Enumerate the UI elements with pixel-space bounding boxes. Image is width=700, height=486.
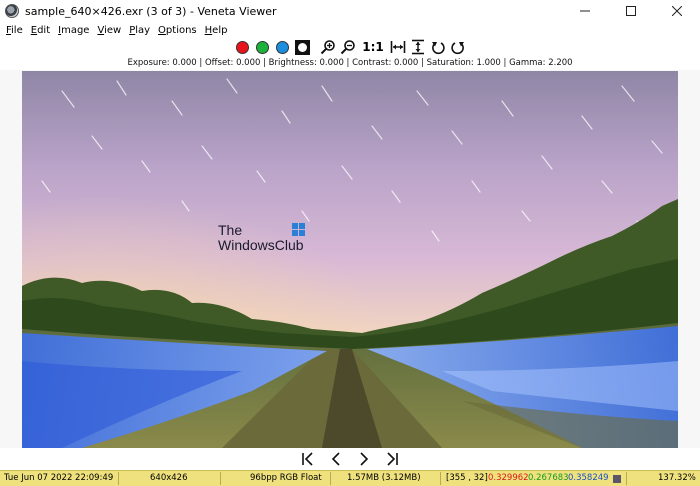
- status-separator: [220, 472, 221, 485]
- zoom-out-button[interactable]: [340, 39, 356, 55]
- minimize-icon: [580, 10, 590, 12]
- green-channel-icon: [255, 40, 269, 54]
- zoom-in-icon: [321, 40, 336, 55]
- alpha-channel-icon: [294, 39, 310, 55]
- close-icon: [672, 6, 682, 16]
- image-viewer[interactable]: The WindowsClub: [0, 70, 700, 448]
- menu-help[interactable]: Help: [201, 25, 232, 36]
- minimize-button[interactable]: [562, 0, 608, 22]
- window-controls: [562, 0, 700, 22]
- previous-image-button[interactable]: [322, 449, 350, 469]
- first-image-button[interactable]: [294, 449, 322, 469]
- toolbar: 1:1: [0, 37, 700, 57]
- status-format: 96bpp RGB Float: [250, 473, 322, 483]
- watermark: The WindowsClub: [218, 222, 305, 253]
- maximize-button[interactable]: [608, 0, 654, 22]
- windows-logo-icon: [292, 223, 305, 236]
- blue-channel-icon: [275, 40, 289, 54]
- menu-edit[interactable]: Edit: [27, 25, 54, 36]
- status-red-value: 0.329962: [488, 473, 529, 483]
- rotate-left-button[interactable]: [430, 39, 446, 55]
- status-dimensions: 640x426: [150, 473, 188, 483]
- first-image-icon: [302, 452, 313, 466]
- next-image-icon: [360, 452, 369, 466]
- image-parameters: Exposure: 0.000 | Offset: 0.000 | Bright…: [127, 58, 573, 68]
- status-pixel-coords: [355 , 32]: [446, 473, 488, 483]
- status-blue-value: 0.358249: [568, 473, 609, 483]
- window-title: sample_640×426.exr (3 of 3) - Veneta Vie…: [25, 4, 277, 18]
- pixel-color-swatch: [613, 475, 621, 483]
- status-separator: [330, 472, 331, 485]
- alpha-channel-button[interactable]: [294, 39, 310, 55]
- rotate-left-icon: [431, 42, 445, 55]
- maximize-icon: [626, 6, 636, 16]
- fit-height-icon: [411, 39, 424, 55]
- status-zoom: 137.32%: [658, 473, 696, 483]
- last-image-icon: [387, 452, 398, 466]
- status-filesize: 1.57MB (3.12MB): [347, 473, 421, 483]
- fit-height-button[interactable]: [410, 39, 426, 55]
- status-bar: Tue Jun 07 2022 22:09:49 640x426 96bpp R…: [0, 470, 700, 486]
- fit-width-button[interactable]: [390, 39, 406, 55]
- navigation-bar: [0, 448, 700, 470]
- close-button[interactable]: [654, 0, 700, 22]
- green-channel-button[interactable]: [254, 39, 270, 55]
- status-separator: [626, 472, 627, 485]
- app-icon: [5, 4, 19, 18]
- title-bar: sample_640×426.exr (3 of 3) - Veneta Vie…: [0, 0, 700, 22]
- status-separator: [440, 472, 441, 485]
- red-channel-button[interactable]: [234, 39, 250, 55]
- next-image-button[interactable]: [350, 449, 378, 469]
- status-green-value: 0.267683: [528, 473, 569, 483]
- menu-file[interactable]: File: [2, 25, 27, 36]
- zoom-out-icon: [341, 40, 356, 55]
- actual-size-button[interactable]: 1:1: [360, 39, 386, 55]
- menu-options[interactable]: Options: [154, 25, 201, 36]
- menu-play[interactable]: Play: [125, 25, 154, 36]
- status-separator: [118, 472, 119, 485]
- red-channel-icon: [235, 40, 249, 54]
- last-image-button[interactable]: [378, 449, 406, 469]
- rotate-right-button[interactable]: [450, 39, 466, 55]
- zoom-in-button[interactable]: [320, 39, 336, 55]
- landscape-photo: [22, 71, 678, 448]
- rotate-right-icon: [451, 42, 464, 55]
- menu-view[interactable]: View: [93, 25, 125, 36]
- blue-channel-button[interactable]: [274, 39, 290, 55]
- previous-image-icon: [331, 452, 340, 466]
- menu-image[interactable]: Image: [54, 25, 93, 36]
- status-date: Tue Jun 07 2022 22:09:49: [4, 473, 114, 483]
- fit-width-icon: [390, 41, 406, 53]
- displayed-image: The WindowsClub: [22, 71, 678, 448]
